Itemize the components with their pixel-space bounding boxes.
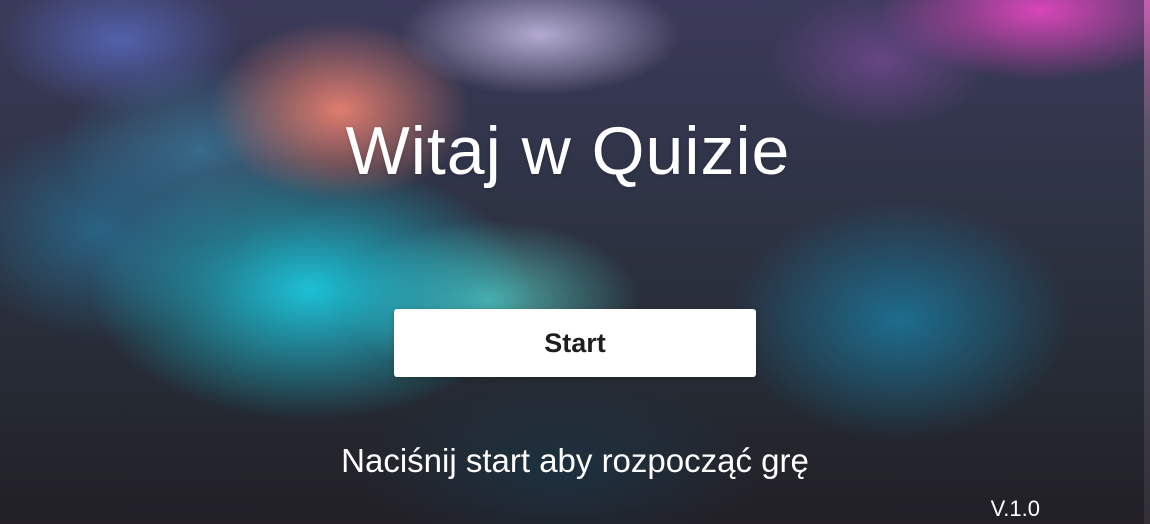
quiz-start-screen: Witaj w Quizie Start Naciśnij start aby … <box>0 0 1150 524</box>
start-button[interactable]: Start <box>394 309 756 377</box>
version-label: V.1.0 <box>990 496 1040 521</box>
welcome-title: Witaj w Quizie <box>345 113 791 189</box>
start-instruction-text: Naciśnij start aby rozpocząć grę <box>341 442 809 479</box>
